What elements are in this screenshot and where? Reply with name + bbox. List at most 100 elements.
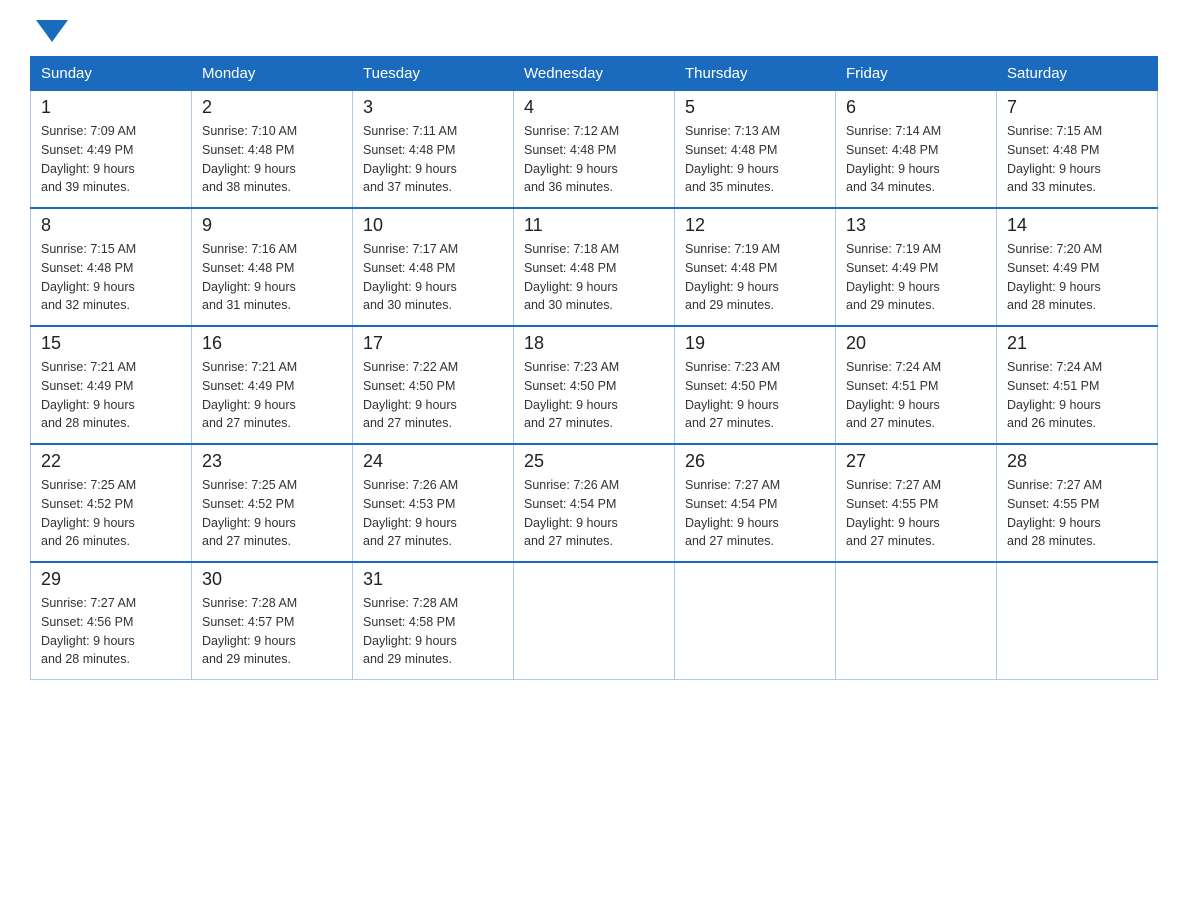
day-info: Sunrise: 7:25 AM Sunset: 4:52 PM Dayligh… <box>202 476 342 551</box>
calendar-cell: 25 Sunrise: 7:26 AM Sunset: 4:54 PM Dayl… <box>514 444 675 562</box>
day-info: Sunrise: 7:19 AM Sunset: 4:49 PM Dayligh… <box>846 240 986 315</box>
day-info: Sunrise: 7:15 AM Sunset: 4:48 PM Dayligh… <box>41 240 181 315</box>
page-header <box>30 20 1158 38</box>
day-info: Sunrise: 7:28 AM Sunset: 4:57 PM Dayligh… <box>202 594 342 669</box>
calendar-cell: 10 Sunrise: 7:17 AM Sunset: 4:48 PM Dayl… <box>353 208 514 326</box>
day-number: 22 <box>41 451 181 472</box>
day-info: Sunrise: 7:26 AM Sunset: 4:54 PM Dayligh… <box>524 476 664 551</box>
day-info: Sunrise: 7:20 AM Sunset: 4:49 PM Dayligh… <box>1007 240 1147 315</box>
day-number: 9 <box>202 215 342 236</box>
calendar-cell <box>997 562 1158 680</box>
calendar-cell: 24 Sunrise: 7:26 AM Sunset: 4:53 PM Dayl… <box>353 444 514 562</box>
day-info: Sunrise: 7:21 AM Sunset: 4:49 PM Dayligh… <box>41 358 181 433</box>
calendar-cell: 4 Sunrise: 7:12 AM Sunset: 4:48 PM Dayli… <box>514 91 675 209</box>
day-info: Sunrise: 7:09 AM Sunset: 4:49 PM Dayligh… <box>41 122 181 197</box>
calendar-week-row: 1 Sunrise: 7:09 AM Sunset: 4:49 PM Dayli… <box>31 91 1158 209</box>
day-number: 15 <box>41 333 181 354</box>
weekday-header-row: SundayMondayTuesdayWednesdayThursdayFrid… <box>31 57 1158 91</box>
logo-arrow-icon <box>36 20 68 42</box>
day-info: Sunrise: 7:27 AM Sunset: 4:56 PM Dayligh… <box>41 594 181 669</box>
calendar-cell <box>836 562 997 680</box>
calendar-cell: 17 Sunrise: 7:22 AM Sunset: 4:50 PM Dayl… <box>353 326 514 444</box>
day-number: 16 <box>202 333 342 354</box>
calendar-cell: 5 Sunrise: 7:13 AM Sunset: 4:48 PM Dayli… <box>675 91 836 209</box>
day-info: Sunrise: 7:28 AM Sunset: 4:58 PM Dayligh… <box>363 594 503 669</box>
day-number: 3 <box>363 97 503 118</box>
calendar-cell: 16 Sunrise: 7:21 AM Sunset: 4:49 PM Dayl… <box>192 326 353 444</box>
day-info: Sunrise: 7:24 AM Sunset: 4:51 PM Dayligh… <box>846 358 986 433</box>
calendar-cell: 19 Sunrise: 7:23 AM Sunset: 4:50 PM Dayl… <box>675 326 836 444</box>
calendar-cell: 6 Sunrise: 7:14 AM Sunset: 4:48 PM Dayli… <box>836 91 997 209</box>
day-number: 1 <box>41 97 181 118</box>
calendar-cell: 27 Sunrise: 7:27 AM Sunset: 4:55 PM Dayl… <box>836 444 997 562</box>
day-info: Sunrise: 7:18 AM Sunset: 4:48 PM Dayligh… <box>524 240 664 315</box>
weekday-header-friday: Friday <box>836 57 997 91</box>
calendar-table: SundayMondayTuesdayWednesdayThursdayFrid… <box>30 56 1158 680</box>
weekday-header-tuesday: Tuesday <box>353 57 514 91</box>
day-number: 31 <box>363 569 503 590</box>
calendar-cell: 7 Sunrise: 7:15 AM Sunset: 4:48 PM Dayli… <box>997 91 1158 209</box>
calendar-week-row: 8 Sunrise: 7:15 AM Sunset: 4:48 PM Dayli… <box>31 208 1158 326</box>
day-number: 13 <box>846 215 986 236</box>
day-number: 7 <box>1007 97 1147 118</box>
calendar-week-row: 15 Sunrise: 7:21 AM Sunset: 4:49 PM Dayl… <box>31 326 1158 444</box>
day-info: Sunrise: 7:16 AM Sunset: 4:48 PM Dayligh… <box>202 240 342 315</box>
calendar-week-row: 29 Sunrise: 7:27 AM Sunset: 4:56 PM Dayl… <box>31 562 1158 680</box>
day-info: Sunrise: 7:12 AM Sunset: 4:48 PM Dayligh… <box>524 122 664 197</box>
day-info: Sunrise: 7:14 AM Sunset: 4:48 PM Dayligh… <box>846 122 986 197</box>
day-info: Sunrise: 7:19 AM Sunset: 4:48 PM Dayligh… <box>685 240 825 315</box>
logo <box>30 20 68 38</box>
day-info: Sunrise: 7:13 AM Sunset: 4:48 PM Dayligh… <box>685 122 825 197</box>
day-number: 28 <box>1007 451 1147 472</box>
weekday-header-saturday: Saturday <box>997 57 1158 91</box>
calendar-cell: 15 Sunrise: 7:21 AM Sunset: 4:49 PM Dayl… <box>31 326 192 444</box>
day-number: 11 <box>524 215 664 236</box>
weekday-header-sunday: Sunday <box>31 57 192 91</box>
day-info: Sunrise: 7:27 AM Sunset: 4:55 PM Dayligh… <box>1007 476 1147 551</box>
calendar-cell: 13 Sunrise: 7:19 AM Sunset: 4:49 PM Dayl… <box>836 208 997 326</box>
calendar-cell <box>514 562 675 680</box>
day-number: 8 <box>41 215 181 236</box>
day-number: 21 <box>1007 333 1147 354</box>
day-info: Sunrise: 7:24 AM Sunset: 4:51 PM Dayligh… <box>1007 358 1147 433</box>
day-number: 4 <box>524 97 664 118</box>
day-number: 24 <box>363 451 503 472</box>
day-number: 6 <box>846 97 986 118</box>
weekday-header-monday: Monday <box>192 57 353 91</box>
calendar-cell: 21 Sunrise: 7:24 AM Sunset: 4:51 PM Dayl… <box>997 326 1158 444</box>
calendar-cell <box>675 562 836 680</box>
day-number: 30 <box>202 569 342 590</box>
calendar-cell: 26 Sunrise: 7:27 AM Sunset: 4:54 PM Dayl… <box>675 444 836 562</box>
calendar-cell: 9 Sunrise: 7:16 AM Sunset: 4:48 PM Dayli… <box>192 208 353 326</box>
calendar-cell: 23 Sunrise: 7:25 AM Sunset: 4:52 PM Dayl… <box>192 444 353 562</box>
calendar-cell: 20 Sunrise: 7:24 AM Sunset: 4:51 PM Dayl… <box>836 326 997 444</box>
calendar-cell: 2 Sunrise: 7:10 AM Sunset: 4:48 PM Dayli… <box>192 91 353 209</box>
day-number: 18 <box>524 333 664 354</box>
calendar-cell: 31 Sunrise: 7:28 AM Sunset: 4:58 PM Dayl… <box>353 562 514 680</box>
day-number: 2 <box>202 97 342 118</box>
weekday-header-thursday: Thursday <box>675 57 836 91</box>
day-number: 14 <box>1007 215 1147 236</box>
calendar-cell: 29 Sunrise: 7:27 AM Sunset: 4:56 PM Dayl… <box>31 562 192 680</box>
day-number: 20 <box>846 333 986 354</box>
day-number: 27 <box>846 451 986 472</box>
day-number: 26 <box>685 451 825 472</box>
day-info: Sunrise: 7:27 AM Sunset: 4:55 PM Dayligh… <box>846 476 986 551</box>
day-info: Sunrise: 7:26 AM Sunset: 4:53 PM Dayligh… <box>363 476 503 551</box>
calendar-cell: 30 Sunrise: 7:28 AM Sunset: 4:57 PM Dayl… <box>192 562 353 680</box>
day-info: Sunrise: 7:10 AM Sunset: 4:48 PM Dayligh… <box>202 122 342 197</box>
calendar-cell: 12 Sunrise: 7:19 AM Sunset: 4:48 PM Dayl… <box>675 208 836 326</box>
calendar-cell: 14 Sunrise: 7:20 AM Sunset: 4:49 PM Dayl… <box>997 208 1158 326</box>
day-number: 29 <box>41 569 181 590</box>
calendar-cell: 22 Sunrise: 7:25 AM Sunset: 4:52 PM Dayl… <box>31 444 192 562</box>
day-info: Sunrise: 7:22 AM Sunset: 4:50 PM Dayligh… <box>363 358 503 433</box>
day-info: Sunrise: 7:23 AM Sunset: 4:50 PM Dayligh… <box>685 358 825 433</box>
day-info: Sunrise: 7:17 AM Sunset: 4:48 PM Dayligh… <box>363 240 503 315</box>
day-info: Sunrise: 7:11 AM Sunset: 4:48 PM Dayligh… <box>363 122 503 197</box>
day-number: 17 <box>363 333 503 354</box>
calendar-cell: 11 Sunrise: 7:18 AM Sunset: 4:48 PM Dayl… <box>514 208 675 326</box>
calendar-cell: 8 Sunrise: 7:15 AM Sunset: 4:48 PM Dayli… <box>31 208 192 326</box>
day-number: 23 <box>202 451 342 472</box>
calendar-cell: 3 Sunrise: 7:11 AM Sunset: 4:48 PM Dayli… <box>353 91 514 209</box>
calendar-cell: 28 Sunrise: 7:27 AM Sunset: 4:55 PM Dayl… <box>997 444 1158 562</box>
